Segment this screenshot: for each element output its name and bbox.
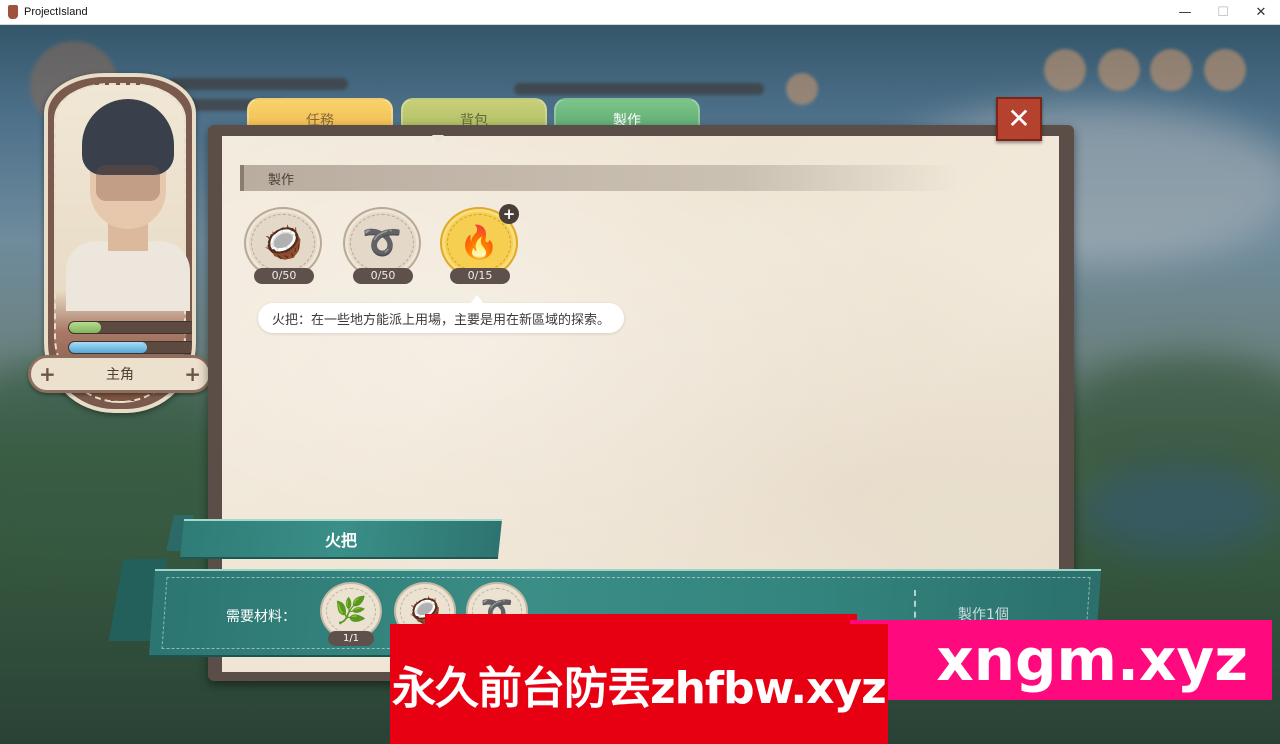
section-title: 製作 bbox=[240, 165, 960, 191]
hud-menu-icon[interactable] bbox=[1044, 49, 1086, 91]
craft-item-rope[interactable]: ➰ 0/50 bbox=[343, 207, 421, 285]
close-panel-button[interactable]: ✕ bbox=[996, 97, 1042, 141]
stamina-bar bbox=[68, 341, 192, 354]
ad-banner-red[interactable]: 永久前台防丟zhfbw.xyz bbox=[390, 624, 888, 744]
coconut-icon: 🥥 bbox=[263, 223, 303, 261]
character-name: 主角 bbox=[106, 367, 134, 383]
materials-label: 需要材料： bbox=[226, 609, 296, 625]
torch-icon: 🔥 bbox=[459, 223, 499, 261]
hud-menu-icon[interactable] bbox=[1098, 49, 1140, 91]
window-title: ProjectIsland bbox=[24, 6, 88, 18]
window-titlebar: ProjectIsland — ☐ ✕ bbox=[0, 0, 1280, 25]
item-tooltip: 火把：在一些地方能派上用場，主要是用在新區域的探索。 bbox=[258, 303, 625, 333]
material-count: 1/1 bbox=[328, 631, 374, 646]
plus-icon: + bbox=[184, 362, 201, 386]
window-close-button[interactable]: ✕ bbox=[1242, 0, 1280, 25]
hud-bar bbox=[168, 78, 348, 90]
hud-sun-icon bbox=[786, 73, 818, 105]
health-bar-fill bbox=[69, 322, 101, 333]
app-icon bbox=[8, 5, 18, 19]
item-count: 0/15 bbox=[450, 268, 510, 284]
ad-banner-pink[interactable]: xngm.xyz bbox=[850, 620, 1272, 700]
item-count: 0/50 bbox=[254, 268, 314, 284]
portrait-hair bbox=[82, 99, 174, 175]
window-controls: — ☐ ✕ bbox=[1166, 0, 1280, 25]
hud-menu-icon[interactable] bbox=[1150, 49, 1192, 91]
add-icon[interactable]: + bbox=[499, 204, 519, 224]
hud-time-bar bbox=[514, 83, 764, 95]
material-slot-stick[interactable]: 🌿 1/1 bbox=[320, 582, 382, 646]
character-name-plate[interactable]: + 主角 + bbox=[28, 355, 212, 393]
stick-icon: 🌿 bbox=[334, 596, 368, 626]
recipe-title: 火把 bbox=[324, 531, 357, 550]
craft-item-coconut[interactable]: 🥥 0/50 bbox=[244, 207, 322, 285]
plus-icon: + bbox=[39, 362, 56, 386]
hud-menu-icon[interactable] bbox=[1204, 49, 1246, 91]
rope-icon: ➰ bbox=[362, 223, 402, 261]
health-bar bbox=[68, 321, 192, 334]
stamina-bar-fill bbox=[69, 342, 148, 353]
item-count: 0/50 bbox=[353, 268, 413, 284]
portrait-shirt bbox=[66, 241, 190, 311]
portrait-face-shadow bbox=[96, 165, 160, 201]
maximize-button[interactable]: ☐ bbox=[1204, 0, 1242, 25]
minimize-button[interactable]: — bbox=[1166, 0, 1204, 25]
